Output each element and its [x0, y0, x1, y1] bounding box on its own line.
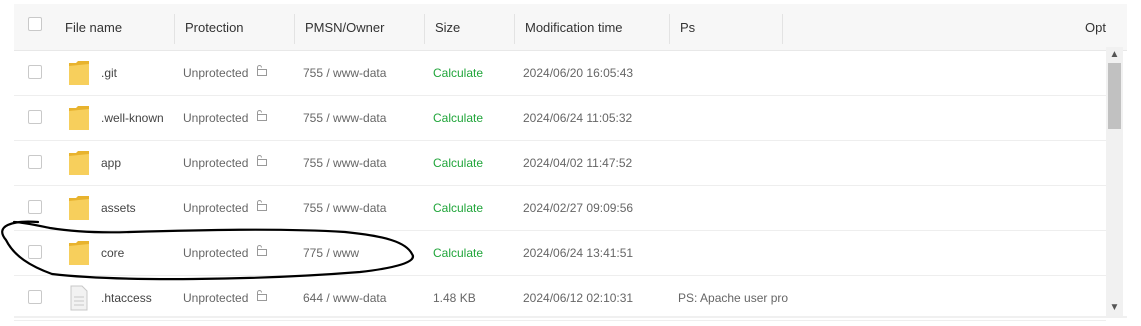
- permission-owner[interactable]: 775 / www: [303, 231, 359, 275]
- file-name-link[interactable]: app: [101, 141, 121, 185]
- file-size: 1.48 KB: [433, 291, 476, 305]
- select-all-checkbox[interactable]: [28, 17, 42, 31]
- table-bottom-border: [14, 316, 1127, 318]
- modification-time: 2024/06/24 13:41:51: [523, 246, 634, 260]
- column-header-size[interactable]: Size: [425, 4, 515, 50]
- row-checkbox[interactable]: [28, 65, 42, 79]
- row-checkbox[interactable]: [28, 245, 42, 259]
- ps-note[interactable]: PS: Apache user pro: [678, 276, 788, 320]
- row-checkbox[interactable]: [28, 155, 42, 169]
- row-checkbox[interactable]: [28, 110, 42, 124]
- unlock-icon: [255, 185, 268, 229]
- column-header-pmsn-owner[interactable]: PMSN/Owner: [295, 4, 425, 50]
- protection-label[interactable]: Unprotected: [183, 246, 248, 260]
- table-header: File name Protection PMSN/Owner Size Mod…: [14, 4, 1127, 51]
- protection-status[interactable]: Unprotected: [183, 50, 268, 95]
- modification-time: 2024/04/02 11:47:52: [523, 156, 633, 170]
- column-header-ps[interactable]: Ps: [670, 4, 780, 50]
- modification-time: 2024/06/24 11:05:32: [523, 111, 633, 125]
- unlock-icon: [255, 95, 268, 139]
- protection-label[interactable]: Unprotected: [183, 66, 248, 80]
- protection-status[interactable]: Unprotected: [183, 95, 268, 140]
- folder-icon: [68, 240, 90, 271]
- scrollbar-thumb[interactable]: [1108, 63, 1121, 129]
- folder-icon: [68, 195, 90, 226]
- column-header-protection[interactable]: Protection: [175, 4, 295, 50]
- permission-owner[interactable]: 755 / www-data: [303, 51, 386, 95]
- file-name-link[interactable]: assets: [101, 186, 136, 230]
- protection-label[interactable]: Unprotected: [183, 111, 248, 125]
- scroll-up-arrow-icon[interactable]: ▲: [1106, 47, 1123, 63]
- modification-time: 2024/06/12 02:10:31: [523, 291, 634, 305]
- column-header-opt: Opt: [1085, 20, 1106, 35]
- folder-icon: [68, 150, 90, 181]
- file-name-link[interactable]: .well-known: [101, 96, 164, 140]
- table-row[interactable]: assets Unprotected 755 / www-data Calculate…: [14, 186, 1106, 231]
- permission-owner[interactable]: 755 / www-data: [303, 141, 386, 185]
- modification-time: 2024/02/27 09:09:56: [523, 201, 634, 215]
- unlock-icon: [255, 50, 268, 94]
- folder-icon: [68, 105, 90, 136]
- table-row[interactable]: .htaccess Unprotected 644 / www-data 1.48 K…: [14, 276, 1106, 321]
- unlock-icon: [255, 230, 268, 274]
- vertical-scrollbar[interactable]: ▲ ▼: [1106, 47, 1123, 316]
- permission-owner[interactable]: 755 / www-data: [303, 96, 386, 140]
- protection-status[interactable]: Unprotected: [183, 230, 268, 275]
- file-name-link[interactable]: .htaccess: [101, 276, 152, 320]
- file-name-link[interactable]: core: [101, 231, 124, 275]
- permission-owner[interactable]: 644 / www-data: [303, 276, 386, 320]
- table-row[interactable]: core Unprotected 775 / www Calculate 2024/06…: [14, 231, 1106, 276]
- modification-time: 2024/06/20 16:05:43: [523, 66, 634, 80]
- protection-status[interactable]: Unprotected: [183, 185, 268, 230]
- column-header-modification-time[interactable]: Modification time: [515, 4, 670, 50]
- table-row[interactable]: app Unprotected 755 / www-data Calculate 202…: [14, 141, 1106, 186]
- protection-label[interactable]: Unprotected: [183, 156, 248, 170]
- table-row[interactable]: .git Unprotected 755 / www-data Calculate 20…: [14, 51, 1106, 96]
- protection-label[interactable]: Unprotected: [183, 291, 248, 305]
- row-checkbox[interactable]: [28, 200, 42, 214]
- calculate-size-link[interactable]: Calculate: [433, 51, 483, 95]
- scroll-down-arrow-icon[interactable]: ▼: [1106, 300, 1123, 316]
- file-table: File name Protection PMSN/Owner Size Mod…: [14, 4, 1127, 321]
- calculate-size-link[interactable]: Calculate: [433, 141, 483, 185]
- column-divider[interactable]: [782, 14, 783, 44]
- calculate-size-link[interactable]: Calculate: [433, 96, 483, 140]
- column-header-filename[interactable]: File name: [55, 4, 175, 50]
- unlock-icon: [255, 140, 268, 184]
- unlock-icon: [255, 275, 268, 319]
- folder-icon: [68, 60, 90, 91]
- table-row[interactable]: .well-known Unprotected 755 / www-data Calc…: [14, 96, 1106, 141]
- calculate-size-link[interactable]: Calculate: [433, 186, 483, 230]
- protection-status[interactable]: Unprotected: [183, 275, 268, 320]
- protection-label[interactable]: Unprotected: [183, 201, 248, 215]
- protection-status[interactable]: Unprotected: [183, 140, 268, 185]
- calculate-size-link[interactable]: Calculate: [433, 231, 483, 275]
- file-name-link[interactable]: .git: [101, 51, 117, 95]
- row-checkbox[interactable]: [28, 290, 42, 304]
- permission-owner[interactable]: 755 / www-data: [303, 186, 386, 230]
- file-icon: [70, 285, 88, 316]
